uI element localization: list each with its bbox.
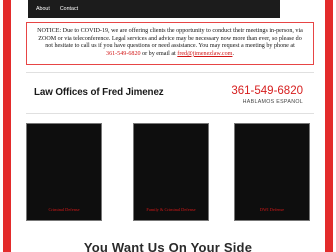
practice-card-dwi[interactable]: DWI Defense	[234, 123, 310, 221]
notice-email-link[interactable]: fred@jimenezlaw.com	[177, 51, 232, 57]
right-red-strip	[325, 0, 333, 252]
notice-or-email: or by email at	[142, 50, 176, 57]
firm-name: Law Offices of Fred Jimenez	[34, 87, 164, 98]
left-red-strip	[3, 0, 11, 252]
nav-contact-link[interactable]: Contact	[60, 6, 78, 12]
top-navigation: About Contact	[28, 0, 280, 18]
notice-line-1: NOTICE: Due to COVID-19, we are offering…	[37, 28, 303, 34]
right-border	[318, 0, 336, 252]
card-label: Criminal Defense	[48, 207, 80, 212]
notice-phone: 361-549-6820	[106, 50, 141, 57]
nav-about-link[interactable]: About	[36, 6, 50, 12]
notice-period: .	[232, 50, 234, 57]
header-phone[interactable]: 361-549-6820	[231, 85, 303, 97]
practice-card-criminal[interactable]: Criminal Defense	[26, 123, 102, 221]
card-label: Family & Criminal Defense	[146, 207, 196, 212]
site-header: Law Offices of Fred Jimenez 361-549-6820…	[26, 72, 314, 114]
card-label: DWI Defense	[259, 207, 285, 212]
notice-line-4: 361-549-6820 or by email at fred@jimenez…	[27, 51, 313, 59]
left-border	[0, 0, 18, 252]
main-headline: You Want Us On Your Side	[83, 240, 253, 252]
covid-notice: NOTICE: Due to COVID-19, we are offering…	[26, 22, 314, 65]
header-tagline: HABLAMOS ESPANOL	[242, 99, 303, 105]
practice-areas: Criminal Defense Family & Criminal Defen…	[26, 123, 314, 221]
notice-line-3: not hesitate to call us if you have ques…	[45, 43, 295, 50]
practice-card-family[interactable]: Family & Criminal Defense	[133, 123, 209, 221]
